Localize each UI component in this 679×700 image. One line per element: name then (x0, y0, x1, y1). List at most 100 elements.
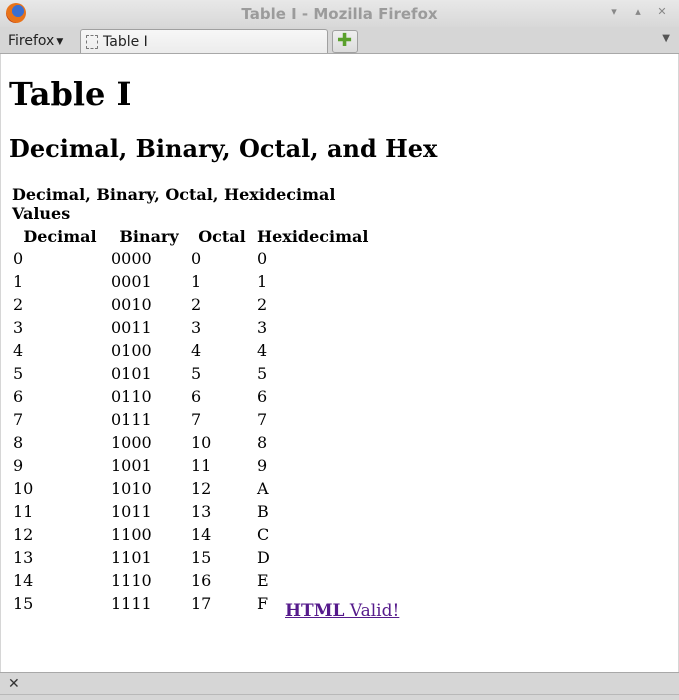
table-cell: 1 (257, 272, 268, 291)
table-cell: 10 (13, 479, 34, 498)
table-row: 0 0000 0 0 (12, 249, 369, 270)
table-cell: 1010 (111, 479, 152, 498)
table-cell: 6 (191, 387, 202, 406)
table-cell: 15 (191, 548, 212, 567)
table-cell: 15 (13, 594, 34, 613)
list-all-tabs-button[interactable]: ▼ (662, 33, 670, 44)
table-cell: 14 (191, 525, 212, 544)
table-cell: 11 (13, 502, 34, 521)
table-cell: 0011 (111, 318, 152, 337)
page-content: Table I Decimal, Binary, Octal, and Hex … (1, 54, 678, 672)
tab-label: Table I (103, 34, 148, 50)
minimize-button[interactable]: ▾ (607, 5, 621, 19)
table-cell: 1110 (111, 571, 152, 590)
table-cell: 0000 (111, 249, 152, 268)
table-row: 14 1110 16 E (12, 571, 369, 592)
table-cell: 8 (13, 433, 24, 452)
table-row: 4 0100 4 4 (12, 341, 369, 362)
number-table: Decimal, Binary, Octal, Hexidecimal Valu… (10, 185, 371, 617)
table-cell: 4 (191, 341, 202, 360)
resize-grip (0, 694, 679, 700)
table-cell: E (257, 571, 269, 590)
table-cell: 0 (191, 249, 202, 268)
table-cell: 12 (13, 525, 34, 544)
table-cell: A (257, 479, 269, 498)
table-row: 5 0101 5 5 (12, 364, 369, 385)
table-cell: 13 (13, 548, 34, 567)
table-cell: 0100 (111, 341, 152, 360)
table-cell: 9 (257, 456, 268, 475)
table-cell: 16 (191, 571, 212, 590)
table-cell: 7 (13, 410, 24, 429)
table-cell: 14 (13, 571, 34, 590)
table-row: 2 0010 2 2 (12, 295, 369, 316)
tab-bar: Firefox ▼ Table I ✚ ▼ (0, 27, 679, 54)
table-body: 0 0000 0 0 1 0001 1 1 2 0010 2 2 3 0011 3 3 4 0100 4 4 5 0101… (12, 249, 369, 615)
table-cell: 0110 (111, 387, 152, 406)
table-cell: 3 (191, 318, 202, 337)
column-header: Hexidecimal (257, 227, 369, 246)
html-valid-link[interactable]: HTML Valid! (285, 601, 399, 621)
maximize-button[interactable]: ▴ (631, 5, 645, 19)
table-cell: D (257, 548, 270, 567)
table-row: 12 1100 14 C (12, 525, 369, 546)
page-icon (86, 35, 98, 49)
column-header: Binary (119, 227, 179, 246)
table-cell: 7 (191, 410, 202, 429)
table-cell: 9 (13, 456, 24, 475)
table-row: 11 1011 13 B (12, 502, 369, 523)
table-cell: 1011 (111, 502, 152, 521)
new-tab-button[interactable]: ✚ (332, 30, 358, 53)
table-cell: C (257, 525, 270, 544)
table-cell: 7 (257, 410, 268, 429)
table-cell: 5 (191, 364, 202, 383)
page-title: Table I (9, 75, 132, 113)
table-cell: 0 (13, 249, 24, 268)
table-cell: 1 (13, 272, 24, 291)
close-window-button[interactable]: ✕ (655, 5, 669, 19)
table-row: 7 0111 7 7 (12, 410, 369, 431)
table-cell: 0010 (111, 295, 152, 314)
status-bar: ✕ (0, 672, 679, 700)
close-icon[interactable]: ✕ (8, 676, 20, 692)
table-cell: 0111 (111, 410, 152, 429)
table-cell: 11 (191, 456, 212, 475)
table-cell: 3 (13, 318, 24, 337)
table-cell: 1111 (111, 594, 152, 613)
table-cell: 6 (257, 387, 268, 406)
table-cell: 0001 (111, 272, 152, 291)
table-cell: 17 (191, 594, 212, 613)
table-row: 3 0011 3 3 (12, 318, 369, 339)
table-cell: 2 (191, 295, 202, 314)
title-bar: Table I - Mozilla Firefox ▾ ▴ ✕ (0, 0, 679, 27)
window-title: Table I - Mozilla Firefox (241, 5, 438, 23)
html-valid-strong: HTML (285, 601, 345, 621)
chevron-down-icon: ▼ (56, 37, 64, 47)
table-row: 10 1010 12 A (12, 479, 369, 500)
plus-icon: ✚ (337, 30, 353, 51)
table-cell: 1 (191, 272, 202, 291)
table-cell: 10 (191, 433, 212, 452)
table-cell: 3 (257, 318, 268, 337)
table-row: 1 0001 1 1 (12, 272, 369, 293)
tab-table-i[interactable]: Table I (80, 29, 328, 53)
table-cell: B (257, 502, 269, 521)
firefox-menu-button[interactable]: Firefox ▼ (8, 33, 63, 49)
table-row: 6 0110 6 6 (12, 387, 369, 408)
table-cell: 5 (13, 364, 24, 383)
table-caption: Decimal, Binary, Octal, Hexidecimal Valu… (12, 185, 336, 223)
table-cell: 1100 (111, 525, 152, 544)
table-row: 13 1101 15 D (12, 548, 369, 569)
table-cell: 12 (191, 479, 212, 498)
table-row: 9 1001 11 9 (12, 456, 369, 477)
table-cell: 4 (257, 341, 268, 360)
table-cell: 0101 (111, 364, 152, 383)
table-cell: 0 (257, 249, 268, 268)
table-row: 8 1000 10 8 (12, 433, 369, 454)
table-cell: 13 (191, 502, 212, 521)
table-cell: 2 (257, 295, 268, 314)
table-cell: 8 (257, 433, 268, 452)
table-cell: 2 (13, 295, 24, 314)
table-cell: 1001 (111, 456, 152, 475)
page-subtitle: Decimal, Binary, Octal, and Hex (9, 134, 438, 163)
